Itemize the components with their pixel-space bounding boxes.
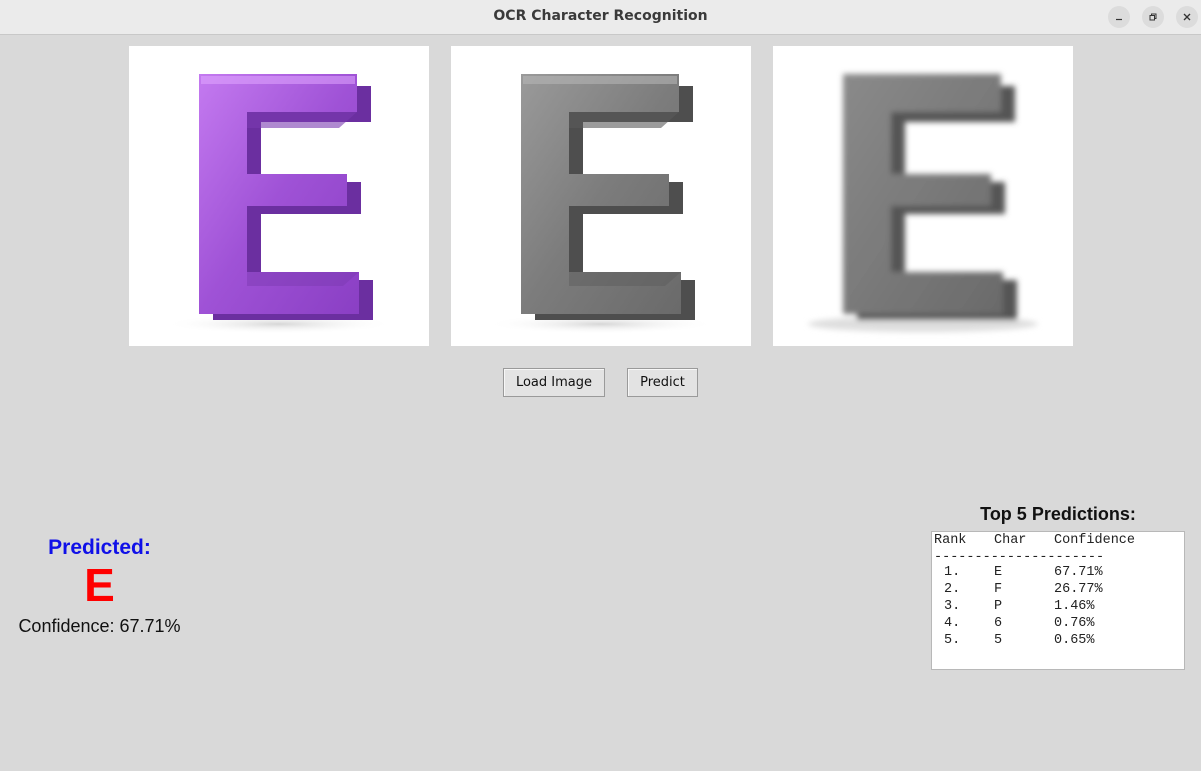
predicted-confidence: Confidence: 67.71% xyxy=(18,616,181,636)
original-image-panel xyxy=(129,46,429,346)
row-char: 5 xyxy=(994,633,1003,648)
row-rank: 3. xyxy=(944,599,961,614)
row-confidence: 0.76% xyxy=(1054,616,1095,631)
predicted-character: E xyxy=(84,559,115,611)
title-bar: OCR Character Recognition xyxy=(0,0,1201,35)
load-image-button[interactable]: Load Image xyxy=(503,368,605,397)
row-char: F xyxy=(994,582,1003,597)
window-title: OCR Character Recognition xyxy=(493,8,708,24)
row-confidence: 26.77% xyxy=(1054,582,1103,597)
top5-text-box[interactable]: Rank Char Confidence -------------------… xyxy=(931,531,1185,670)
close-button[interactable] xyxy=(1176,6,1198,28)
column-char: Char xyxy=(994,533,1027,548)
minimize-button[interactable] xyxy=(1108,6,1130,28)
letter-e-gray-image xyxy=(486,74,716,334)
minimize-icon xyxy=(1116,18,1122,21)
restore-button[interactable] xyxy=(1142,6,1164,28)
letter-e-purple-image xyxy=(164,74,394,334)
blurred-image-panel xyxy=(773,46,1073,346)
top5-row: 1. E 67.71% xyxy=(932,564,1184,581)
row-rank: 1. xyxy=(944,565,961,580)
predict-button[interactable]: Predict xyxy=(627,368,698,397)
column-confidence: Confidence xyxy=(1054,533,1136,548)
row-rank: 2. xyxy=(944,582,961,597)
top5-row: 2. F 26.77% xyxy=(932,581,1184,598)
row-confidence: 0.65% xyxy=(1054,633,1095,648)
top5-row: 3. P 1.46% xyxy=(932,598,1184,615)
top5-row: 5. 5 0.65% xyxy=(932,632,1184,649)
row-rank: 5. xyxy=(944,633,961,648)
row-char: 6 xyxy=(994,616,1003,631)
row-char: P xyxy=(994,599,1003,614)
close-icon xyxy=(1183,13,1191,21)
column-rank: Rank xyxy=(934,533,967,548)
letter-e-blurred-image xyxy=(808,74,1038,332)
row-char: E xyxy=(994,565,1003,580)
row-confidence: 1.46% xyxy=(1054,599,1095,614)
top5-row: 4. 6 0.76% xyxy=(932,615,1184,632)
row-confidence: 67.71% xyxy=(1054,565,1103,580)
grayscale-image-panel xyxy=(451,46,751,346)
top5-header-row: Rank Char Confidence xyxy=(932,532,1184,549)
restore-icon xyxy=(1149,13,1157,21)
row-rank: 4. xyxy=(944,616,961,631)
predicted-heading: Predicted: xyxy=(48,536,151,559)
top5-heading: Top 5 Predictions: xyxy=(980,504,1136,524)
